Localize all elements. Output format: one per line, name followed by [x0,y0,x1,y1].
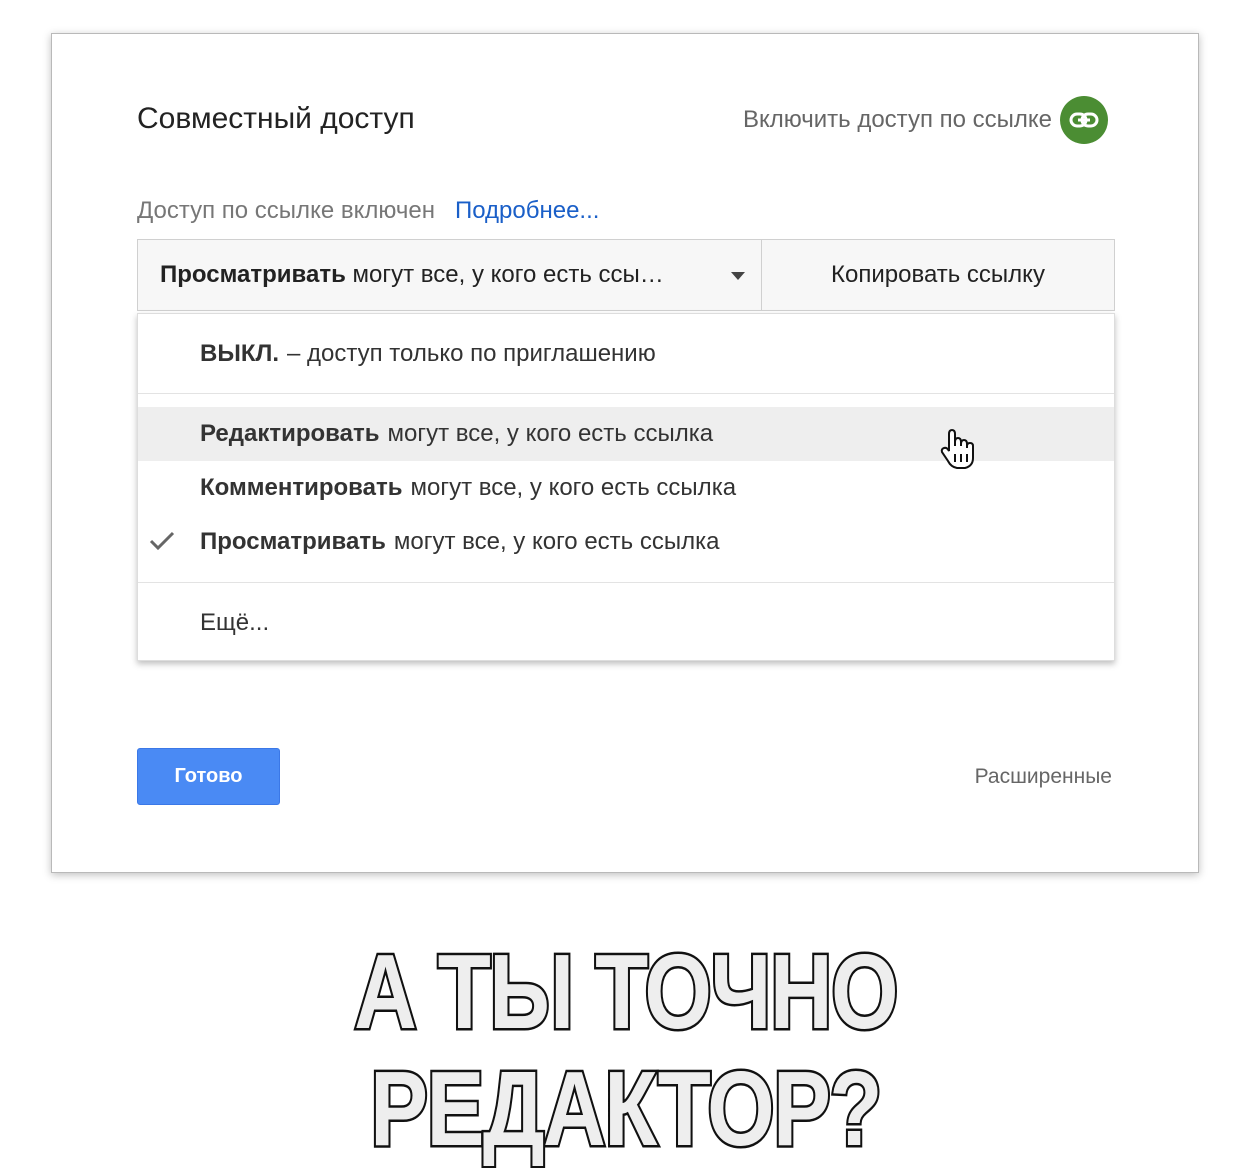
meme-caption: А ТЫ ТОЧНО РЕДАКТОР? [352,931,901,1168]
link-status-text: Доступ по ссылке включен [137,197,435,224]
advanced-settings-link[interactable]: Расширенные [975,765,1112,789]
menu-item-comment-rest: могут все, у кого есть ссылка [410,474,737,501]
copy-link-button[interactable]: Копировать ссылку [762,240,1114,310]
menu-item-view[interactable]: Просматривать могут все, у кого есть ссы… [138,515,1114,569]
menu-item-view-rest: могут все, у кого есть ссылка [393,528,720,555]
checkmark-icon [148,529,176,560]
menu-item-view-bold: Просматривать [200,528,386,555]
done-button[interactable]: Готово [137,748,280,805]
menu-item-edit-rest: могут все, у кого есть ссылка [387,420,714,447]
menu-item-off[interactable]: ВЫКЛ. – доступ только по приглашению [138,314,1114,393]
menu-divider [138,393,1114,394]
learn-more-link[interactable]: Подробнее... [455,197,599,225]
hand-cursor-icon [939,428,979,475]
link-icon[interactable] [1060,96,1108,144]
sharing-dialog: Совместный доступ Включить доступ по ссы… [51,33,1199,873]
menu-item-off-rest: – доступ только по приглашению [286,339,656,367]
menu-item-more-label: Ещё... [200,608,270,636]
access-level-bold: Просматривать [160,261,346,288]
access-level-rest: могут все, у кого есть ссы… [345,261,664,288]
menu-item-comment-bold: Комментировать [200,474,403,501]
dialog-title: Совместный доступ [137,102,415,135]
menu-item-edit-bold: Редактировать [200,420,380,447]
link-status-row: Доступ по ссылке включен Подробнее... [137,197,599,225]
menu-item-off-bold: ВЫКЛ. [200,339,279,367]
chevron-down-icon [731,272,745,280]
menu-item-more[interactable]: Ещё... [138,583,1114,662]
link-sharing-toggle-label: Включить доступ по ссылке [743,106,1052,133]
access-bar: Просматривать могут все, у кого есть ссы… [137,239,1115,311]
access-level-select[interactable]: Просматривать могут все, у кого есть ссы… [138,240,762,310]
link-sharing-toggle[interactable]: Включить доступ по ссылке [743,96,1108,144]
access-level-menu: ВЫКЛ. – доступ только по приглашению Ред… [137,313,1115,661]
